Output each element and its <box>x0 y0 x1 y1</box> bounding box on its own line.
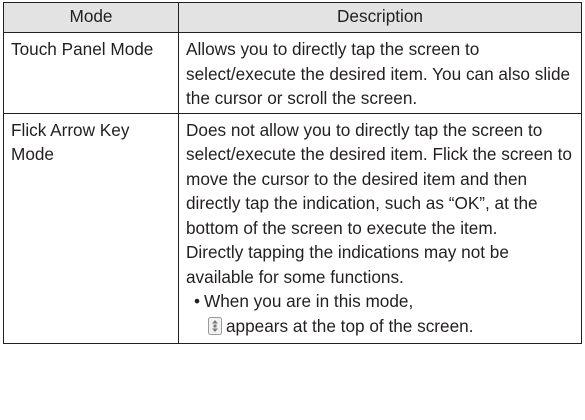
description-cell: Allows you to directly tap the screen to… <box>178 32 582 114</box>
table-row: Touch Panel Mode Allows you to directly … <box>3 32 582 114</box>
description-text: Allows you to directly tap the screen to… <box>186 39 571 108</box>
bullet-text: When you are in this mode, <box>204 291 414 311</box>
column-header-description: Description <box>178 2 582 33</box>
table-row: Flick Arrow Key Mode Does not allow you … <box>3 112 582 344</box>
mode-description-table: Mode Description Touch Panel Mode Allows… <box>3 2 582 344</box>
bullet-item: • When you are in this mode, <box>186 289 577 314</box>
description-cell: Does not allow you to directly tap the s… <box>178 112 582 344</box>
column-header-mode: Mode <box>3 2 179 33</box>
mode-name: Touch Panel Mode <box>11 39 154 59</box>
bullet-marker: • <box>194 291 201 311</box>
mode-name: Flick Arrow Key Mode <box>11 119 130 165</box>
description-text: Does not allow you to directly tap the s… <box>186 119 572 238</box>
availability-note: Directly tapping the indications may not… <box>186 242 509 287</box>
bullet-continuation-line: appears at the top of the screen. <box>186 314 577 342</box>
table-header-row: Mode Description <box>3 2 582 33</box>
bullet-continuation-text: appears at the top of the screen. <box>226 315 474 336</box>
mode-cell: Flick Arrow Key Mode <box>3 112 179 344</box>
mode-cell: Touch Panel Mode <box>3 32 179 114</box>
flick-arrow-mode-icon <box>208 316 222 342</box>
